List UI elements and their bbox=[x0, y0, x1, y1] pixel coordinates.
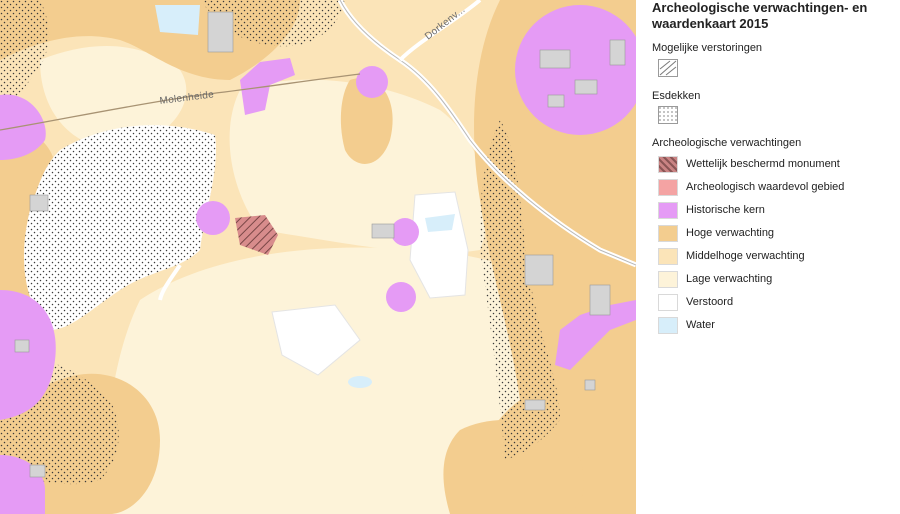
archaeology-map[interactable]: Molenheide Dorkenv... bbox=[0, 0, 636, 514]
water-small bbox=[348, 376, 372, 388]
hatch-swatch bbox=[658, 59, 678, 77]
legend-swatch bbox=[658, 316, 678, 334]
legend-item: Verstoord bbox=[658, 293, 733, 311]
legend-label: Hoge verwachting bbox=[686, 227, 775, 239]
legend-label: Wettelijk beschermd monument bbox=[686, 158, 840, 170]
legend-section-esdekken: Esdekken bbox=[652, 90, 701, 102]
legend-section-expectations: Archeologische verwachtingen bbox=[652, 137, 802, 149]
legend-label: Historische kern bbox=[686, 204, 765, 216]
historic-core-centre bbox=[386, 282, 416, 312]
legend-item: Lage verwachting bbox=[658, 270, 772, 288]
legend-label: Verstoord bbox=[686, 296, 734, 308]
historic-core-small bbox=[356, 66, 388, 98]
legend-item: Hoge verwachting bbox=[658, 224, 774, 242]
legend-swatch bbox=[658, 155, 678, 173]
historic-core-site bbox=[391, 218, 419, 246]
map-legend: Archeologische verwachtingen- en waarden… bbox=[636, 0, 900, 514]
legend-label: Archeologisch waardevol gebied bbox=[686, 181, 845, 193]
legend-item: Archeologisch waardevol gebied bbox=[658, 178, 844, 196]
legend-swatch bbox=[658, 270, 678, 288]
legend-swatch bbox=[658, 201, 678, 219]
legend-swatch bbox=[658, 178, 678, 196]
legend-item: Historische kern bbox=[658, 201, 765, 219]
water-north bbox=[155, 5, 200, 35]
legend-swatch bbox=[658, 293, 678, 311]
legend-item: Water bbox=[658, 316, 715, 334]
legend-label: Water bbox=[686, 319, 715, 331]
legend-swatch bbox=[658, 247, 678, 265]
dots-swatch bbox=[658, 106, 678, 124]
map-canvas[interactable]: Molenheide Dorkenv... bbox=[0, 0, 636, 514]
legend-swatch bbox=[658, 224, 678, 242]
legend-label: Middelhoge verwachting bbox=[686, 250, 805, 262]
legend-item: Wettelijk beschermd monument bbox=[658, 155, 840, 173]
legend-label: Lage verwachting bbox=[686, 273, 773, 285]
legend-title: Archeologische verwachtingen- en waarden… bbox=[652, 0, 868, 31]
legend-item: Middelhoge verwachting bbox=[658, 247, 805, 265]
historic-core-west bbox=[196, 201, 230, 235]
legend-section-disturbances: Mogelijke verstoringen bbox=[652, 42, 763, 54]
